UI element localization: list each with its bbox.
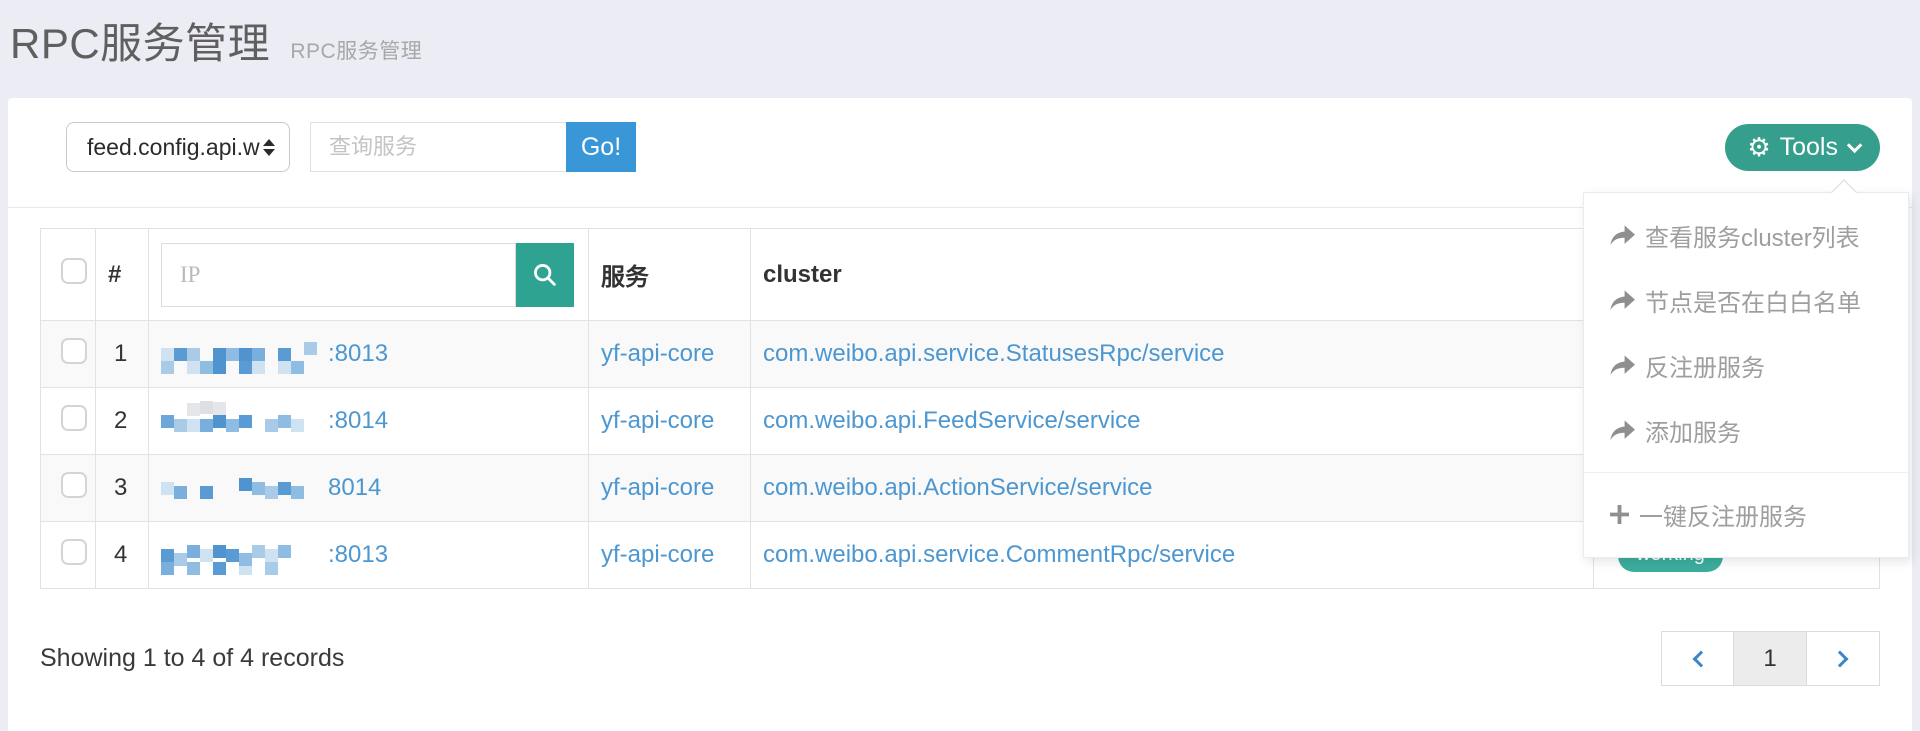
- service-link[interactable]: yf-api-core: [601, 407, 714, 434]
- chevron-down-icon: [1847, 137, 1863, 153]
- ip-port: :8013: [328, 340, 388, 368]
- row-checkbox[interactable]: [61, 539, 87, 565]
- share-arrow-icon: [1610, 290, 1635, 311]
- menu-item-node-whitelist[interactable]: 节点是否在白白名单: [1584, 268, 1908, 333]
- menu-item-label: 节点是否在白白名单: [1645, 283, 1861, 318]
- menu-item-unregister-service[interactable]: 反注册服务: [1584, 333, 1908, 398]
- cluster-column-header: cluster: [751, 229, 1594, 321]
- cluster-link[interactable]: com.weibo.api.service.StatusesRpc/servic…: [763, 340, 1225, 367]
- ip-port: 8014: [328, 474, 381, 502]
- redacted-ip-pixels: [161, 415, 174, 428]
- ip-link[interactable]: :8013: [161, 541, 576, 569]
- menu-item-label: 查看服务cluster列表: [1645, 218, 1860, 253]
- menu-item-label: 添加服务: [1645, 413, 1741, 448]
- page-header: RPC服务管理 RPC服务管理: [0, 0, 1920, 88]
- row-index: 2: [96, 388, 149, 455]
- ip-filter: [161, 243, 576, 307]
- page-1-button[interactable]: 1: [1734, 631, 1807, 686]
- ip-filter-input[interactable]: [161, 243, 516, 307]
- menu-divider: [1584, 472, 1908, 473]
- select-caret-icon: [263, 139, 275, 156]
- pagination: 1: [1661, 631, 1880, 686]
- redacted-ip-pixels: [161, 482, 174, 495]
- ip-port: :8014: [328, 407, 388, 435]
- redacted-ip-pixels: [161, 348, 174, 361]
- index-column-header: #: [96, 229, 149, 321]
- share-arrow-icon: [1610, 355, 1635, 376]
- row-index: 1: [96, 321, 149, 388]
- cluster-link[interactable]: com.weibo.api.FeedService/service: [763, 407, 1141, 434]
- go-button[interactable]: Go!: [566, 122, 636, 172]
- records-summary: Showing 1 to 4 of 4 records: [40, 644, 344, 673]
- redacted-ip-pixels: [161, 549, 174, 562]
- menu-item-label: 一键反注册服务: [1639, 497, 1807, 532]
- ip-search-button[interactable]: [516, 243, 574, 307]
- table-footer: Showing 1 to 4 of 4 records 1: [40, 631, 1880, 686]
- row-checkbox[interactable]: [61, 472, 87, 498]
- ip-link[interactable]: :8013: [161, 340, 576, 368]
- tools-button[interactable]: ⚙ Tools: [1725, 124, 1880, 171]
- toolbar: feed.config.api.w Go! ⚙ Tools: [8, 98, 1912, 172]
- search-icon: [531, 261, 559, 289]
- service-search-group: Go!: [310, 122, 636, 172]
- cluster-link[interactable]: com.weibo.api.ActionService/service: [763, 474, 1153, 501]
- previous-page-button[interactable]: [1661, 631, 1734, 686]
- share-arrow-icon: [1610, 420, 1635, 441]
- page-subtitle: RPC服务管理: [290, 40, 422, 63]
- share-arrow-icon: [1610, 225, 1635, 246]
- menu-item-add-service[interactable]: 添加服务: [1584, 398, 1908, 463]
- group-select-value: feed.config.api.w: [87, 134, 260, 161]
- menu-item-label: 反注册服务: [1645, 348, 1765, 383]
- cluster-link[interactable]: com.weibo.api.service.CommentRpc/service: [763, 541, 1235, 568]
- next-page-button[interactable]: [1807, 631, 1880, 686]
- row-checkbox[interactable]: [61, 338, 87, 364]
- row-checkbox[interactable]: [61, 405, 87, 431]
- row-index: 3: [96, 455, 149, 522]
- tools-button-label: Tools: [1780, 133, 1838, 162]
- menu-item-view-cluster-list[interactable]: 查看服务cluster列表: [1584, 203, 1908, 268]
- service-link[interactable]: yf-api-core: [601, 340, 714, 367]
- service-search-input[interactable]: [310, 122, 566, 172]
- ip-link[interactable]: 8014: [161, 474, 576, 502]
- menu-item-one-click-unregister[interactable]: 一键反注册服务: [1584, 482, 1908, 547]
- chevron-right-icon: [1832, 650, 1849, 667]
- tools-dropdown-menu: 查看服务cluster列表 节点是否在白白名单 反注册服务 添加服务 一键反注册…: [1583, 192, 1909, 558]
- ip-port: :8013: [328, 541, 388, 569]
- select-all-checkbox[interactable]: [61, 258, 87, 284]
- chevron-left-icon: [1692, 650, 1709, 667]
- gear-icon: ⚙: [1747, 134, 1770, 160]
- service-link[interactable]: yf-api-core: [601, 541, 714, 568]
- service-link[interactable]: yf-api-core: [601, 474, 714, 501]
- ip-link[interactable]: :8014: [161, 407, 576, 435]
- group-select[interactable]: feed.config.api.w: [66, 122, 290, 172]
- row-index: 4: [96, 522, 149, 589]
- plus-icon: [1610, 505, 1629, 524]
- service-column-header: 服务: [589, 229, 751, 321]
- page-title: RPC服务管理: [10, 20, 270, 67]
